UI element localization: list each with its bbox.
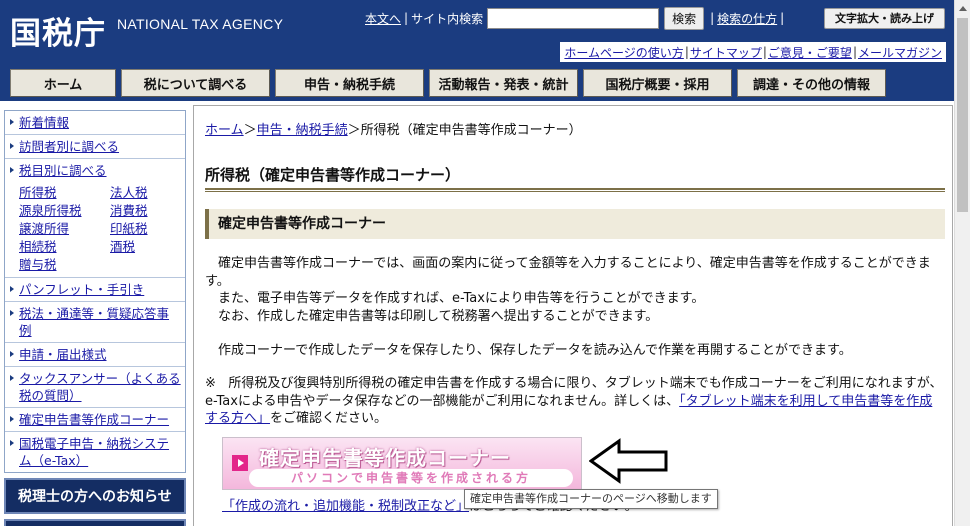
divider: | <box>780 11 785 25</box>
promo-subtitle: パソコンで申告書等を作成される方 <box>249 469 573 487</box>
section-heading: 確定申告書等作成コーナー <box>205 209 945 239</box>
nav-agency-overview[interactable]: 国税庁概要・採用 <box>583 69 732 97</box>
sidebar-item-label[interactable]: 訪問者別に調べる <box>19 139 119 154</box>
save-data-paragraph: 作成コーナーで作成したデータを保存したり、保存したデータを読み込んで作業を再開す… <box>218 343 852 358</box>
breadcrumb: ホーム＞申告・納税手続＞所得税（確定申告書等作成コーナー） <box>205 119 582 138</box>
sidebar-item-by-visitor[interactable]: 訪問者別に調べる <box>5 135 185 159</box>
sidebar-item-forms[interactable]: 申請・届出様式 <box>5 343 185 367</box>
text-enlarge-button[interactable]: 文字拡大・読み上げ <box>824 8 945 29</box>
sidebar-item-label[interactable]: 申請・届出様式 <box>19 347 107 362</box>
sidebar: 新着情報 訪問者別に調べる 税目別に調べる 所得税 法人税 源泉所得税 消費税 … <box>4 110 186 526</box>
sublink-feedback[interactable]: ご意見・ご要望 <box>768 44 852 61</box>
sidebar-item-tax-answer[interactable]: タックスアンサー（よくある税の質問） <box>5 367 185 408</box>
note-suffix: をご確認ください。 <box>270 411 388 426</box>
promo-title: 確定申告書等作成コーナー <box>259 446 511 470</box>
vertical-scrollbar[interactable] <box>954 0 970 526</box>
sidebar-item-etax[interactable]: 国税電子申告・納税システム（e-Tax） <box>5 432 185 472</box>
search-help-link[interactable]: 検索の仕方 <box>717 10 777 27</box>
sublink-mail-magazine[interactable]: メールマガジン <box>858 44 942 61</box>
divider: | <box>404 11 409 25</box>
tax-link-transfer[interactable]: 譲渡所得 <box>19 220 110 238</box>
divider: | <box>852 45 857 59</box>
nav-procurement-other[interactable]: 調達・その他の情報 <box>737 69 886 97</box>
tax-link-liquor[interactable]: 酒税 <box>110 238 185 256</box>
title-divider <box>205 188 945 192</box>
search-button[interactable]: 検索 <box>664 6 705 30</box>
tax-link-withholding[interactable]: 源泉所得税 <box>19 202 110 220</box>
page-title: 所得税（確定申告書等作成コーナー） <box>205 166 461 184</box>
tax-link-income[interactable]: 所得税 <box>19 184 110 202</box>
nav-reports-stats[interactable]: 活動報告・発表・統計 <box>429 69 578 97</box>
breadcrumb-home[interactable]: ホーム <box>205 123 244 138</box>
skip-to-content-link[interactable]: 本文へ <box>365 10 401 27</box>
sublink-sitemap[interactable]: サイトマップ <box>690 44 762 61</box>
etax-paragraph: また、電子申告等データを作成すれば、e-Taxにより申告等を行うことができます。 <box>218 291 705 306</box>
tax-link-stamp[interactable]: 印紙税 <box>110 220 185 238</box>
site-logo-english: NATIONAL TAX AGENCY <box>117 16 284 32</box>
search-label: サイト内検索 <box>411 11 484 26</box>
nav-home[interactable]: ホーム <box>10 69 116 97</box>
sidebar-item-news[interactable]: 新着情報 <box>5 111 185 135</box>
sidebar-item-label[interactable]: 確定申告書等作成コーナー <box>19 412 169 427</box>
sidebar-item-label[interactable]: 税法・通達等・質疑応答事例 <box>19 306 169 338</box>
utility-bar: 本文へ | サイト内検索 検索 | 検索の仕方 | <box>365 6 787 30</box>
note-mark: ※ <box>205 376 216 391</box>
link-tooltip: 確定申告書等作成コーナーのページへ移動します <box>464 489 718 509</box>
breadcrumb-separator: ＞ <box>243 123 257 138</box>
sidebar-item-label[interactable]: パンフレット・手引き <box>19 282 144 297</box>
tax-link-corporate[interactable]: 法人税 <box>110 184 185 202</box>
scroll-up-icon[interactable] <box>955 0 970 16</box>
divider: | <box>684 45 689 59</box>
tablet-note: ※ 所得税及び復興特別所得税の確定申告書を作成する場合に限り、タブレット端末でも… <box>205 375 945 428</box>
breadcrumb-separator: ＞ <box>347 123 361 138</box>
intro-paragraph: 確定申告書等作成コーナーでは、画面の案内に従って金額等を入力することにより、確定… <box>205 256 931 289</box>
divider: | <box>762 45 767 59</box>
tax-link-gift[interactable]: 贈与税 <box>19 256 110 274</box>
sidebar-item-label[interactable]: 税目別に調べる <box>19 163 107 178</box>
sidebar-item-pamphlets[interactable]: パンフレット・手引き <box>5 278 185 302</box>
sidebar-menu: 新着情報 訪問者別に調べる 税目別に調べる 所得税 法人税 源泉所得税 消費税 … <box>4 110 186 473</box>
print-paragraph: なお、作成した確定申告書等は印刷して税務署へ提出することができます。 <box>218 309 659 324</box>
breadcrumb-filing[interactable]: 申告・納税手続 <box>257 123 348 138</box>
tax-accountant-banner[interactable]: 税理士の方へのお知らせ <box>4 478 186 514</box>
tax-link-inheritance[interactable]: 相続税 <box>19 238 110 256</box>
left-arrow-icon <box>589 438 668 484</box>
filing-corner-banner-button[interactable]: 確定申告書等作成コーナー パソコンで申告書等を作成される方 <box>222 437 582 490</box>
site-header: 国税庁 NATIONAL TAX AGENCY 本文へ | サイト内検索 検索 … <box>0 0 970 101</box>
site-logo[interactable]: 国税庁 <box>10 8 106 53</box>
nav-research-tax[interactable]: 税について調べる <box>121 69 270 97</box>
divider: | <box>710 11 715 25</box>
sidebar-item-laws[interactable]: 税法・通達等・質疑応答事例 <box>5 302 185 343</box>
sidebar-item-label[interactable]: タックスアンサー（よくある税の質問） <box>19 371 181 403</box>
global-nav: ホーム 税について調べる 申告・納税手続 活動報告・発表・統計 国税庁概要・採用… <box>10 69 891 97</box>
sidebar-item-label[interactable]: 新着情報 <box>19 115 69 130</box>
nav-filing-payment[interactable]: 申告・納税手続 <box>275 69 424 97</box>
sidebar-item-filing-corner[interactable]: 確定申告書等作成コーナー <box>5 408 185 432</box>
main-content: ホーム＞申告・納税手続＞所得税（確定申告書等作成コーナー） 所得税（確定申告書等… <box>193 105 953 526</box>
sidebar-item-label[interactable]: 国税電子申告・納税システム（e-Tax） <box>19 436 169 468</box>
sidebar-banner-next[interactable] <box>4 519 186 526</box>
search-input[interactable] <box>487 7 660 29</box>
tax-type-grid: 所得税 法人税 源泉所得税 消費税 譲渡所得 印紙税 相続税 酒税 贈与税 <box>5 182 185 278</box>
sidebar-item-by-tax[interactable]: 税目別に調べる <box>5 159 185 182</box>
breadcrumb-current: 所得税（確定申告書等作成コーナー） <box>360 123 582 138</box>
header-sublinks: ホームページの使い方 | サイトマップ | ご意見・ご要望 | メールマガジン <box>560 42 946 62</box>
tax-link-consumption[interactable]: 消費税 <box>110 202 185 220</box>
sublink-usage[interactable]: ホームページの使い方 <box>564 44 683 61</box>
flow-and-features-link[interactable]: 「作成の流れ・追加機能・税制改正など」 <box>222 499 469 514</box>
arrow-right-icon <box>232 455 248 471</box>
scrollbar-thumb[interactable] <box>957 18 968 212</box>
